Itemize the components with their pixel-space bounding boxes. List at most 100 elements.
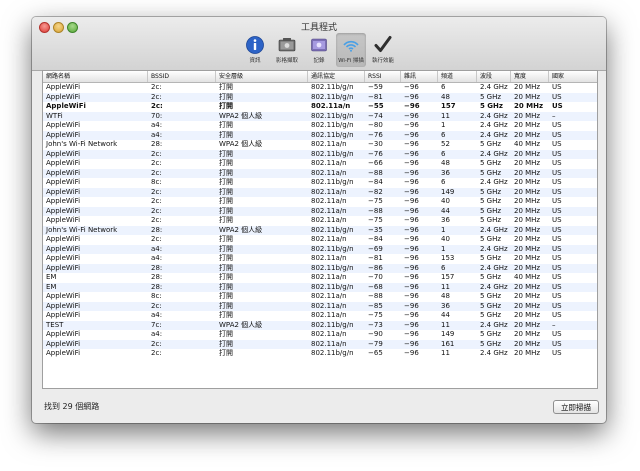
table-row[interactable]: AppleWiFi 2c: 打開 802.11a/n −75 −96 36 5 GHz 20 M… — [43, 216, 597, 226]
table-row[interactable]: AppleWiFi a4: 打開 802.11b/g/n −69 −96 1 2.4 GHz 2… — [43, 244, 597, 254]
frame-capture-icon — [278, 38, 296, 52]
toolbar-wifi-scan-button[interactable]: Wi-Fi 掃描 — [336, 33, 366, 67]
toolbar-frame-capture-button[interactable]: 影格擷取 — [272, 33, 302, 67]
cell-channel: 157 — [441, 273, 455, 281]
cell-country: US — [552, 254, 562, 262]
column-header-security[interactable]: 安全層級 — [216, 71, 308, 82]
table-row[interactable]: EM 28: 打開 802.11a/n −70 −96 157 5 GHz 40 MHz US — [43, 273, 597, 283]
table-row[interactable]: AppleWiFi 2c: 打開 802.11b/g/n −65 −96 11 2.4 GHz… — [43, 349, 597, 359]
cell-network-name: AppleWiFi — [46, 197, 81, 205]
table-row[interactable]: AppleWiFi 2c: 打開 802.11b/g/n −81 −96 48 5 GHz 20… — [43, 92, 597, 102]
cell-band: 2.4 GHz — [480, 282, 508, 291]
table-row[interactable]: AppleWiFi 2c: 打開 802.11b/g/n −59 −96 6 2.4 GHz 2… — [43, 83, 597, 93]
cell-rssi: −69 — [368, 244, 383, 253]
cell-security: 打開 — [219, 187, 233, 196]
networks-table: 網路名稱 BSSID 安全層級 通訊協定 RSSI 雜訊 頻道 波段 寬度 國家… — [42, 70, 598, 389]
cell-band: 5 GHz — [480, 92, 502, 101]
table-row[interactable]: AppleWiFi 2c: 打開 802.11a/n −88 −96 44 5 GHz 20 M… — [43, 206, 597, 216]
cell-bssid: 2c: — [151, 102, 163, 110]
column-header-rssi[interactable]: RSSI — [365, 71, 401, 82]
table-row[interactable]: John's Wi-Fi Network 28: WPA2 個人級 802.11a/n… — [43, 140, 597, 150]
cell-network-name: AppleWiFi — [46, 206, 81, 215]
cell-bssid: 2c: — [151, 197, 162, 205]
cell-noise: −96 — [404, 263, 419, 272]
cell-bssid: 28: — [151, 140, 163, 148]
cell-noise: −96 — [404, 311, 419, 319]
cell-network-name: AppleWiFi — [46, 263, 81, 272]
table-row[interactable]: AppleWiFi a4: 打開 802.11a/n −90 −96 149 5 GHz 20 … — [43, 330, 597, 340]
column-header-network-name[interactable]: 網路名稱 — [43, 71, 148, 82]
cell-noise: −96 — [404, 149, 419, 158]
cell-channel: 40 — [441, 197, 450, 205]
cell-bssid: 2c: — [151, 301, 162, 310]
cell-noise: −96 — [404, 244, 419, 253]
column-header-channel[interactable]: 頻道 — [438, 71, 477, 82]
cell-band: 5 GHz — [480, 254, 502, 262]
table-row[interactable]: AppleWiFi 2c: 打開 802.11a/n −75 −96 40 5 GHz 20 M… — [43, 197, 597, 207]
table-row[interactable]: AppleWiFi a4: 打開 802.11b/g/n −80 −96 1 2.4 GHz 2… — [43, 121, 597, 131]
column-header-bssid[interactable]: BSSID — [148, 71, 216, 82]
cell-width: 20 MHz — [514, 92, 541, 101]
cell-width: 20 MHz — [514, 206, 541, 215]
cell-network-name: AppleWiFi — [46, 149, 81, 158]
toolbar-performance-button[interactable]: 執行效能 — [368, 33, 398, 67]
cell-width: 20 MHz — [514, 149, 541, 158]
cell-country: US — [552, 244, 562, 253]
table-row[interactable]: AppleWiFi a4: 打開 802.11a/n −75 −96 44 5 GHz 20 M… — [43, 311, 597, 321]
table-row[interactable]: AppleWiFi 8c: 打開 802.11b/g/n −84 −96 6 2.4 GHz 2… — [43, 178, 597, 188]
table-row[interactable]: John's Wi-Fi Network 28: WPA2 個人級 802.11b/g… — [43, 225, 597, 235]
cell-noise: −96 — [404, 102, 420, 110]
rescan-button[interactable]: 立即掃描 — [553, 400, 599, 414]
cell-channel: 161 — [441, 339, 455, 348]
cell-network-name: AppleWiFi — [46, 187, 81, 196]
table-row[interactable]: AppleWiFi a4: 打開 802.11b/g/n −76 −96 6 2.4 GHz 2… — [43, 130, 597, 140]
cell-channel: 6 — [441, 149, 446, 158]
cell-network-name: John's Wi-Fi Network — [46, 225, 118, 234]
column-header-band[interactable]: 波段 — [477, 71, 511, 82]
cell-country: US — [552, 92, 562, 101]
cell-rssi: −75 — [368, 311, 383, 319]
cell-rssi: −76 — [368, 130, 383, 139]
cell-network-name: AppleWiFi — [46, 159, 81, 167]
table-row[interactable]: AppleWiFi 2c: 打開 802.11a/n −66 −96 48 5 GHz 20 M… — [43, 159, 597, 169]
table-row[interactable]: WTFi 70: WPA2 個人級 802.11b/g/n −74 −96 11 2.4 GH… — [43, 111, 597, 121]
cell-country: US — [552, 349, 562, 357]
cell-rssi: −80 — [368, 121, 383, 129]
table-row[interactable]: TEST 7c: WPA2 個人級 802.11b/g/n −73 −96 11 2.4 GH… — [43, 320, 597, 330]
table-row[interactable]: AppleWiFi 8c: 打開 802.11a/n −88 −96 48 5 GHz 20 M… — [43, 292, 597, 302]
column-header-width[interactable]: 寬度 — [511, 71, 549, 82]
cell-network-name: AppleWiFi — [46, 216, 81, 224]
table-row[interactable]: EM 28: 打開 802.11b/g/n −68 −96 11 2.4 GHz 20 MHz U… — [43, 282, 597, 292]
column-header-country[interactable]: 國家 — [549, 71, 597, 82]
column-header-protocol[interactable]: 通訊協定 — [308, 71, 365, 82]
table-row[interactable]: AppleWiFi 2c: 打開 802.11a/n −82 −96 149 5 GHz 20 … — [43, 187, 597, 197]
cell-security: WPA2 個人級 — [219, 140, 263, 148]
toolbar-info-button[interactable]: 資訊 — [240, 33, 270, 67]
table-row[interactable]: AppleWiFi 2c: 打開 802.11a/n −55 −96 157 5 GHz 20 … — [43, 102, 597, 112]
table-row[interactable]: AppleWiFi a4: 打開 802.11a/n −81 −96 153 5 GHz 20 … — [43, 254, 597, 264]
cell-noise: −96 — [404, 197, 419, 205]
cell-rssi: −75 — [368, 216, 383, 224]
table-row[interactable]: AppleWiFi 2c: 打開 802.11b/g/n −76 −96 6 2.4 GHz 2… — [43, 149, 597, 159]
cell-channel: 1 — [441, 121, 446, 129]
cell-width: 20 MHz — [514, 216, 541, 224]
cell-rssi: −88 — [368, 292, 383, 300]
cell-network-name: AppleWiFi — [46, 178, 81, 186]
cell-network-name: AppleWiFi — [46, 292, 81, 300]
column-header-noise[interactable]: 雜訊 — [401, 71, 438, 82]
info-icon — [246, 36, 264, 54]
table-row[interactable]: AppleWiFi 28: 打開 802.11b/g/n −86 −96 6 2.4 GHz 2… — [43, 263, 597, 273]
table-row[interactable]: AppleWiFi 2c: 打開 802.11a/n −84 −96 40 5 GHz 20 M… — [43, 235, 597, 245]
table-row[interactable]: AppleWiFi 2c: 打開 802.11a/n −79 −96 161 5 GHz 20 … — [43, 339, 597, 349]
table-row[interactable]: AppleWiFi 2c: 打開 802.11a/n −85 −96 36 5 GHz 20 M… — [43, 301, 597, 311]
cell-bssid: 8c: — [151, 292, 162, 300]
cell-noise: −96 — [404, 330, 419, 338]
cell-bssid: 28: — [151, 263, 163, 272]
cell-country: US — [552, 140, 562, 148]
cell-noise: −96 — [404, 187, 419, 196]
cell-bssid: 8c: — [151, 178, 162, 186]
cell-noise: −96 — [404, 121, 419, 129]
cell-channel: 36 — [441, 301, 450, 310]
table-row[interactable]: AppleWiFi 2c: 打開 802.11a/n −88 −96 36 5 GHz 20 M… — [43, 168, 597, 178]
toolbar-log-button[interactable]: 記錄 — [304, 33, 334, 67]
